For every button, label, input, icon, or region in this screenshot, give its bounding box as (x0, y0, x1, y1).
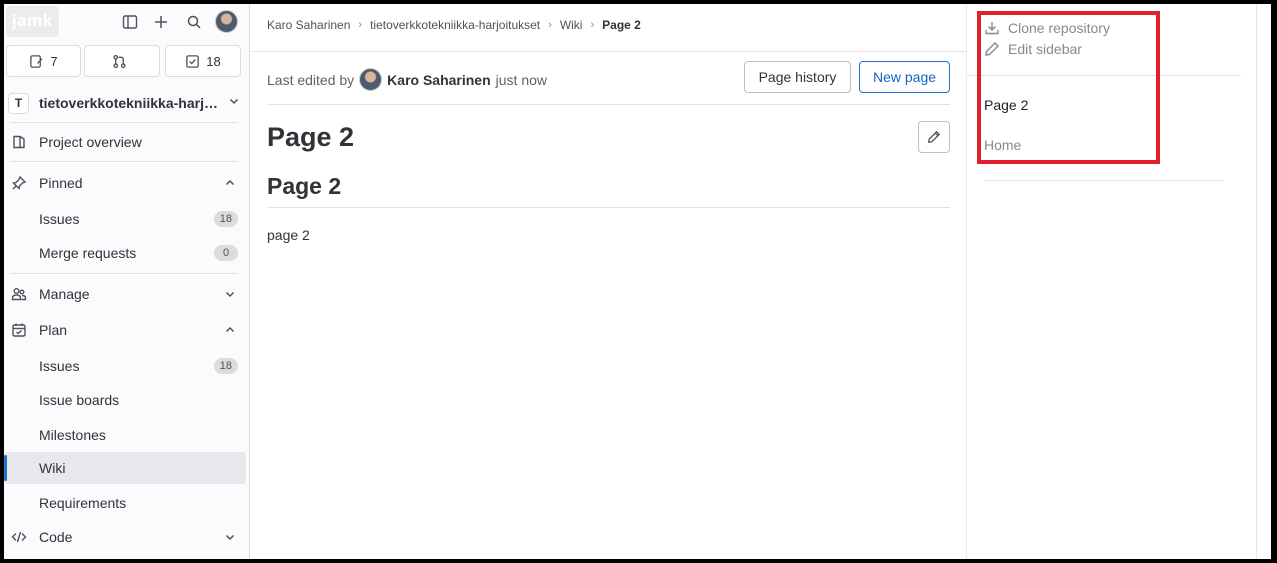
chevron-up-icon (223, 323, 237, 337)
issues-count: 7 (50, 53, 58, 69)
code-icon (10, 528, 28, 546)
sidebar-item-pinned-issues[interactable]: Issues 18 (4, 203, 246, 235)
count-badge: 0 (214, 245, 238, 261)
divider (10, 273, 238, 274)
clone-repository-label: Clone repository (1008, 20, 1110, 36)
project-switcher[interactable]: T tietoverkkotekniikka-harjoitukset (4, 88, 250, 118)
plus-icon[interactable] (151, 12, 171, 32)
sidebar-item-pinned-merge-requests[interactable]: Merge requests 0 (4, 237, 246, 269)
merge-requests-count-button[interactable] (84, 45, 160, 77)
sidebar-item-wiki[interactable]: Wiki (4, 452, 246, 484)
last-edited-label: Last edited by (267, 71, 355, 88)
divider (10, 122, 238, 123)
count-badge: 18 (213, 358, 238, 374)
users-icon (10, 285, 28, 303)
sidebar: jamk 7 18 T tietoverkkotekniikka-harjoit… (4, 4, 250, 559)
sidebar-toggle-icon[interactable] (120, 12, 140, 32)
sidebar-item-label: Wiki (39, 460, 66, 476)
page-history-button[interactable]: Page history (744, 61, 851, 93)
user-avatar[interactable] (215, 10, 238, 33)
sidebar-item-requirements[interactable]: Requirements (4, 487, 246, 519)
main-content: Karo Saharinen › tietoverkkotekniikka-ha… (251, 4, 966, 559)
breadcrumb-project[interactable]: tietoverkkotekniikka-harjoitukset (370, 18, 540, 32)
breadcrumb: Karo Saharinen › tietoverkkotekniikka-ha… (267, 18, 641, 32)
app-window: jamk 7 18 T tietoverkkotekniikka-harjoit… (4, 4, 1256, 559)
divider (967, 75, 1241, 76)
breadcrumb-current[interactable]: Page 2 (602, 18, 641, 32)
issues-count-button[interactable]: 7 (6, 45, 81, 77)
sidebar-section-plan[interactable]: Plan (4, 314, 246, 346)
wiki-sidebar: Clone repository Edit sidebar Page 2 Hom… (966, 4, 1256, 559)
divider (267, 104, 950, 105)
issues-icon (30, 54, 43, 68)
calendar-icon (10, 321, 28, 339)
new-page-button[interactable]: New page (859, 61, 950, 93)
merge-request-icon (112, 54, 126, 68)
logo[interactable]: jamk (6, 6, 59, 37)
sidebar-item-label: Issue boards (39, 392, 120, 408)
sidebar-item-label: Project overview (39, 134, 142, 150)
author-link[interactable]: Karo Saharinen (387, 72, 490, 88)
project-name: tietoverkkotekniikka-harjoitukset (39, 95, 222, 111)
sidebar-item-label: Requirements (39, 495, 127, 511)
sidebar-item-label: Code (39, 529, 73, 545)
edit-sidebar-label: Edit sidebar (1008, 41, 1082, 57)
divider (251, 51, 966, 52)
chevron-right-icon: › (590, 19, 595, 31)
clone-repository-link[interactable]: Clone repository (984, 20, 1110, 36)
chevron-up-icon (223, 176, 237, 190)
chevron-down-icon (223, 530, 237, 544)
chevron-right-icon: › (548, 19, 552, 31)
divider (10, 161, 238, 162)
sidebar-item-project-overview[interactable]: Project overview (4, 126, 246, 158)
todos-count: 18 (206, 53, 221, 69)
last-edited-info: Last edited by Karo Saharinen just now (267, 68, 547, 91)
page-content: page 2 (267, 227, 310, 243)
pencil-icon (927, 130, 941, 144)
divider (984, 180, 1224, 181)
edit-sidebar-link[interactable]: Edit sidebar (984, 41, 1082, 57)
sidebar-item-label: Issues (39, 211, 80, 227)
chevron-down-icon (223, 287, 237, 301)
sidebar-section-manage[interactable]: Manage (4, 278, 246, 310)
search-icon[interactable] (184, 12, 204, 32)
breadcrumb-wiki[interactable]: Wiki (560, 18, 583, 32)
wiki-page-link-page-2[interactable]: Page 2 (984, 97, 1028, 113)
wiki-page-link-home[interactable]: Home (984, 137, 1021, 153)
project-icon (10, 133, 28, 151)
divider (267, 207, 950, 208)
edited-time: just now (495, 71, 548, 88)
breadcrumb-user[interactable]: Karo Saharinen (267, 18, 350, 32)
sidebar-item-issues[interactable]: Issues 18 (4, 350, 246, 382)
sidebar-section-code[interactable]: Code (4, 521, 246, 553)
scrollbar-track[interactable] (1256, 4, 1271, 559)
page-title: Page 2 (267, 122, 355, 152)
count-badge: 18 (213, 211, 238, 227)
sidebar-item-label: Plan (39, 322, 68, 338)
edit-page-button[interactable] (918, 121, 950, 153)
chevron-right-icon: › (358, 19, 363, 31)
todo-icon (186, 54, 200, 68)
author-avatar[interactable] (359, 68, 383, 91)
sidebar-item-label: Merge requests (39, 245, 137, 261)
pencil-icon (985, 42, 999, 56)
sidebar-item-issue-boards[interactable]: Issue boards (4, 384, 246, 416)
content-heading: Page 2 (267, 173, 342, 199)
download-icon (985, 22, 999, 35)
sidebar-section-pinned[interactable]: Pinned (4, 167, 246, 199)
sidebar-item-label: Pinned (39, 175, 83, 191)
todos-count-button[interactable]: 18 (165, 45, 241, 77)
pin-icon (10, 174, 28, 192)
project-avatar: T (8, 92, 29, 114)
sidebar-item-label: Manage (39, 286, 90, 302)
sidebar-item-milestones[interactable]: Milestones (4, 419, 246, 451)
sidebar-item-label: Milestones (39, 427, 106, 443)
chevron-down-icon (228, 94, 240, 112)
sidebar-item-label: Issues (39, 358, 80, 374)
